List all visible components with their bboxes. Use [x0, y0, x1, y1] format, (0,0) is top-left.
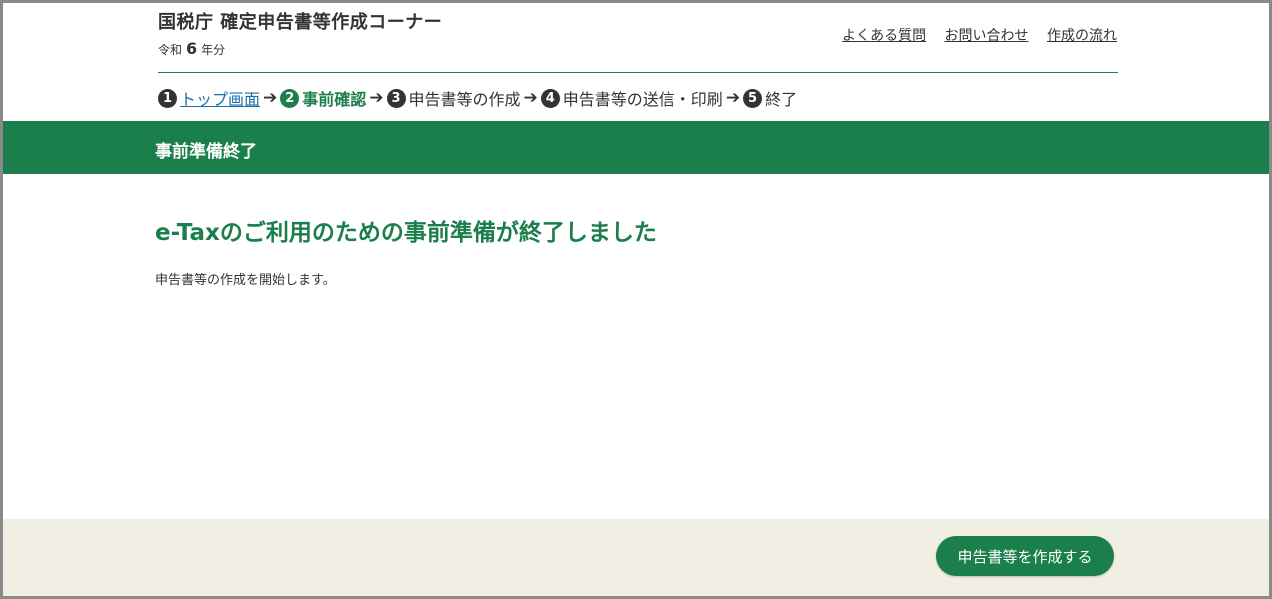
step-1[interactable]: 1 トップ画面	[158, 86, 260, 110]
step-number-icon: 4	[540, 88, 560, 108]
top-links: よくある質問 お問い合わせ 作成の流れ	[828, 25, 1117, 45]
step-5: 5 終了	[743, 86, 797, 110]
banner-title: 事前準備終了	[155, 142, 257, 162]
create-return-button[interactable]: 申告書等を作成する	[936, 536, 1114, 576]
faq-link[interactable]: よくある質問	[842, 28, 926, 44]
flow-link[interactable]: 作成の流れ	[1047, 28, 1117, 44]
contact-link[interactable]: お問い合わせ	[945, 28, 1029, 44]
header: 国税庁 確定申告書等作成コーナー 令和 6 年分 よくある質問 お問い合わせ 作成の…	[155, 3, 1117, 73]
step-2: 2 事前確認	[280, 86, 366, 110]
tax-year: 令和 6 年分	[158, 39, 225, 58]
year-suffix: 年分	[201, 43, 226, 57]
era-label: 令和	[158, 43, 183, 57]
arrow-right-icon: ➔	[369, 88, 384, 108]
header-divider	[158, 72, 1118, 73]
step-number-icon: 1	[158, 88, 177, 108]
step-label: 事前確認	[302, 90, 367, 109]
step-indicator: 1 トップ画面 ➔ 2 事前確認 ➔ 3 申告書等の作成 ➔ 4 申告書等の送信…	[158, 86, 797, 110]
step-4: 4 申告書等の送信・印刷	[540, 86, 723, 110]
window-frame: 国税庁 確定申告書等作成コーナー 令和 6 年分 よくある質問 お問い合わせ 作成の…	[0, 0, 1272, 599]
year-number: 6	[186, 39, 198, 58]
footer-bar: 申告書等を作成する	[3, 519, 1269, 596]
step-label[interactable]: トップ画面	[180, 86, 260, 110]
step-number-icon: 3	[386, 88, 406, 108]
step-3: 3 申告書等の作成	[386, 86, 521, 110]
arrow-right-icon: ➔	[263, 88, 278, 108]
page-heading: e-Taxのご利用のための事前準備が終了しました	[155, 220, 657, 246]
step-label: 申告書等の送信・印刷	[562, 90, 723, 109]
section-banner: 事前準備終了	[3, 121, 1269, 174]
page-description: 申告書等の作成を開始します。	[155, 273, 336, 288]
arrow-right-icon: ➔	[523, 88, 538, 108]
site-title: 国税庁 確定申告書等作成コーナー	[158, 12, 443, 33]
step-number-icon: 5	[743, 88, 763, 108]
step-number-icon: 2	[280, 88, 300, 108]
arrow-right-icon: ➔	[725, 88, 741, 108]
step-label: 終了	[765, 90, 798, 109]
step-label: 申告書等の作成	[408, 90, 521, 109]
